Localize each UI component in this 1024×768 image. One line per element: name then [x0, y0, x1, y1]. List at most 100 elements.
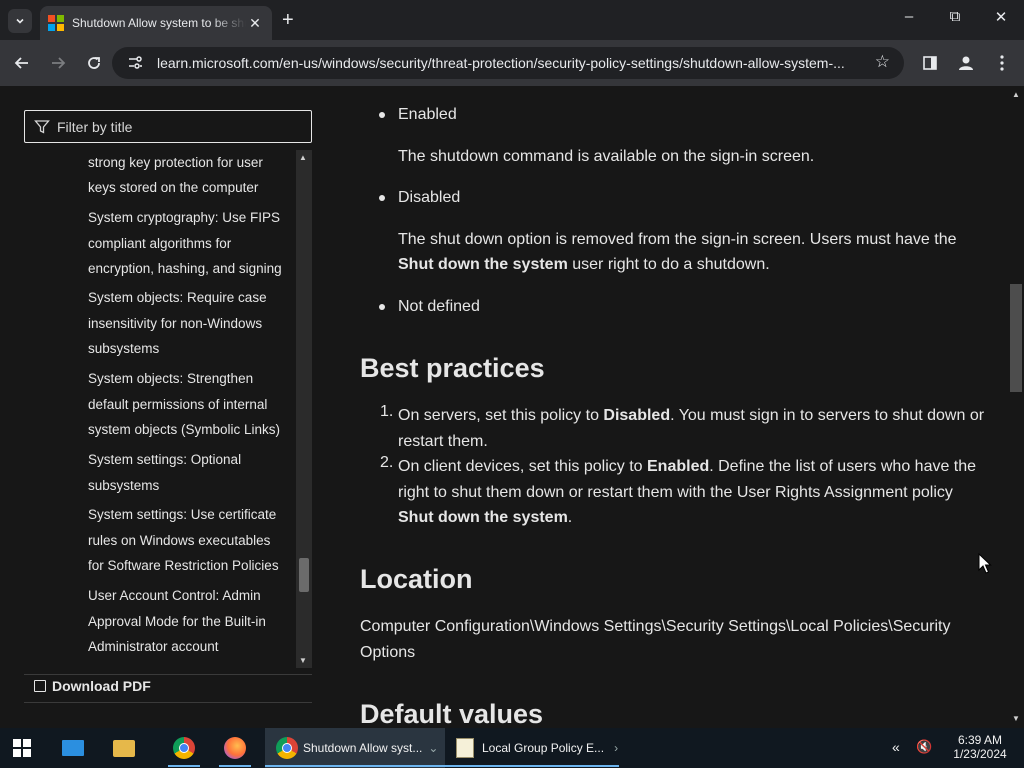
toc-item-line: for Software Restriction Policies	[88, 558, 279, 573]
web-page: Filter by title strong key protection fo…	[0, 86, 1024, 728]
bp2-period: .	[567, 509, 573, 526]
best-practice-2-line2: right to shut them down or restart them …	[398, 484, 953, 501]
chrome-icon	[173, 737, 195, 759]
pdf-icon	[34, 680, 46, 692]
bp1-bold: Disabled	[603, 407, 671, 424]
tab-search-button[interactable]	[8, 9, 32, 33]
divider	[24, 702, 312, 703]
reload-button[interactable]	[82, 51, 106, 75]
list-number: 2.	[380, 454, 394, 471]
back-button[interactable]	[10, 51, 34, 75]
clock-date: 1/23/2024	[953, 747, 1007, 761]
toc-item[interactable]: System objects: Strengthen default permi…	[88, 366, 294, 443]
firefox-taskbar-app[interactable]	[224, 732, 246, 764]
windows-start-icon[interactable]	[13, 739, 31, 757]
side-panel-icon[interactable]	[918, 51, 942, 75]
bullet	[379, 195, 385, 201]
scroll-up-icon[interactable]: ▲	[299, 153, 307, 162]
enabled-description: The shutdown command is available on the…	[398, 148, 815, 165]
divider	[24, 674, 312, 675]
chrome-taskbar-app[interactable]	[173, 732, 195, 764]
toc-item[interactable]: System settings: Optional subsystems	[88, 447, 294, 498]
download-pdf-link[interactable]: Download PDF	[34, 678, 151, 694]
scroll-down-icon[interactable]: ▼	[1012, 714, 1020, 723]
toc-list: strong key protection for user keys stor…	[24, 150, 312, 668]
close-window-button[interactable]: ✕	[986, 8, 1016, 26]
toc-item-line: User Account Control: Admin	[88, 588, 261, 603]
toc-item-line: System cryptography: Use FIPS	[88, 210, 281, 225]
windows-taskbar: Shutdown Allow syst... ⌄ Local Group Pol…	[0, 728, 1024, 768]
page-scrollbar[interactable]: ▲ ▼	[1008, 86, 1024, 728]
profile-icon[interactable]	[954, 51, 978, 75]
scroll-up-icon[interactable]: ▲	[1012, 90, 1020, 99]
toc-item-line: Administrator account	[88, 639, 219, 654]
chrome-icon	[276, 737, 298, 759]
filter-by-title-input[interactable]: Filter by title	[24, 110, 312, 143]
browser-tab-active[interactable]: Shutdown Allow system to be shut down wi…	[40, 6, 272, 40]
tab-close-icon[interactable]: ✕	[246, 15, 264, 32]
toc-item-line: system objects (Symbolic Links)	[88, 422, 281, 437]
clock[interactable]: 6:39 AM 1/23/2024	[948, 733, 1012, 761]
toc-item-line: subsystems	[88, 477, 160, 493]
disabled-description-line1: The shut down option is removed from the…	[398, 231, 957, 248]
bp2-text-tail: . Define the list of users who have the	[709, 458, 977, 475]
toc-item-line: System settings: Use certificate	[88, 507, 277, 522]
toc-item-line: System settings: Optional	[88, 452, 242, 467]
toc-scrollbar[interactable]: ▲ ▼	[296, 150, 312, 668]
folder-icon	[113, 739, 135, 757]
microsoft-logo-icon	[48, 15, 64, 31]
disabled-description-tail: user right to do a shutdown.	[567, 256, 770, 273]
minimize-button[interactable]: –	[894, 8, 924, 25]
toc-item[interactable]: System objects: Require case insensitivi…	[88, 285, 294, 362]
address-bar[interactable]: learn.microsoft.com/en-us/windows/securi…	[112, 47, 904, 79]
group-policy-icon	[456, 738, 474, 758]
bookmark-star-icon[interactable]: ☆	[875, 52, 890, 72]
clock-time: 6:39 AM	[957, 733, 1003, 747]
running-indicator	[445, 765, 619, 767]
arrow-left-icon	[14, 57, 28, 69]
show-hidden-icons-chevron-icon[interactable]: «	[892, 739, 900, 755]
best-practice-1-line2: restart them.	[398, 433, 488, 450]
scroll-down-icon[interactable]: ▼	[299, 656, 307, 665]
running-indicator	[219, 765, 251, 767]
disabled-description-line2: Shut down the system user right to do a …	[398, 252, 770, 278]
option-not-defined: Not defined	[398, 298, 480, 315]
download-pdf-label: Download PDF	[52, 678, 151, 694]
site-info-icon[interactable]	[126, 54, 144, 72]
desktop-icon	[62, 740, 84, 756]
toc-item-line: rules on Windows executables	[88, 532, 271, 548]
option-enabled: Enabled	[398, 106, 457, 123]
default-values-heading: Default values	[360, 699, 544, 728]
toc-item[interactable]: System cryptography: Use FIPS compliant …	[88, 205, 294, 282]
bullet	[379, 112, 385, 118]
best-practice-2-line1: On client devices, set this policy to En…	[398, 454, 976, 480]
toc-item[interactable]: System settings: Use certificate rules o…	[88, 502, 294, 579]
toc-sidebar: Filter by title strong key protection fo…	[0, 86, 336, 728]
best-practice-1-line1: On servers, set this policy to Disabled.…	[398, 403, 984, 429]
bp1-text: On servers, set this policy to	[398, 407, 604, 424]
show-desktop-app[interactable]	[62, 732, 84, 764]
menu-kebab-icon[interactable]	[990, 51, 1014, 75]
firefox-icon	[224, 737, 246, 759]
file-explorer-app[interactable]	[113, 732, 135, 764]
arrow-right-icon	[52, 57, 66, 69]
browser-toolbar: learn.microsoft.com/en-us/windows/securi…	[0, 40, 1024, 86]
group-policy-window-label: Local Group Policy E...	[482, 741, 605, 755]
maximize-button[interactable]: ⧉	[940, 8, 970, 25]
reload-icon	[88, 57, 100, 69]
forward-button[interactable]	[46, 51, 70, 75]
toc-item-line: System objects: Require case	[88, 290, 267, 305]
chevron-down-icon	[16, 18, 24, 24]
page-scrollbar-thumb[interactable]	[1010, 284, 1022, 392]
toc-item-line: strong key protection for user	[88, 154, 263, 170]
filter-placeholder: Filter by title	[57, 119, 133, 135]
toc-item[interactable]: User Account Control: Admin Approval Mod…	[88, 583, 294, 660]
volume-muted-icon[interactable]: 🔇	[916, 739, 932, 755]
toc-item[interactable]: strong key protection for user keys stor…	[88, 150, 294, 201]
toc-scrollbar-thumb[interactable]	[299, 558, 309, 592]
location-heading: Location	[360, 564, 473, 594]
chrome-window-button[interactable]: Shutdown Allow syst... ⌄	[276, 732, 438, 764]
new-tab-button[interactable]: +	[282, 9, 294, 31]
group-policy-window-button[interactable]: Local Group Policy E... ›	[456, 732, 618, 764]
bp2-bold2: Shut down the system	[398, 509, 568, 526]
